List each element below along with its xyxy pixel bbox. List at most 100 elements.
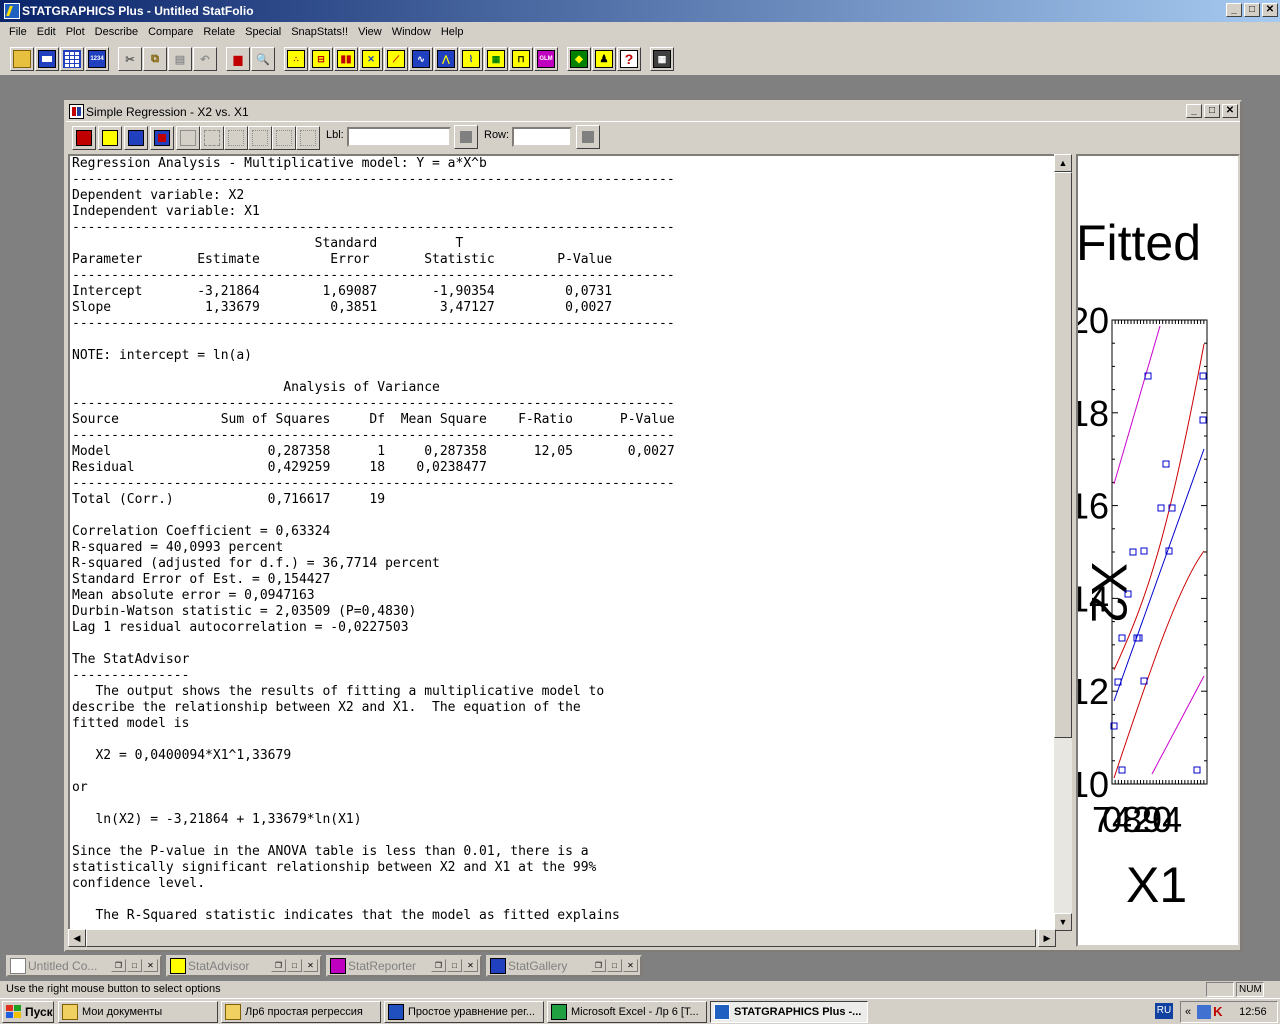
row-search-binoculars-icon[interactable] xyxy=(576,125,600,149)
maximize-button[interactable]: □ xyxy=(447,959,462,972)
menu-special[interactable]: Special xyxy=(240,26,286,38)
minimized-statadvisor-window[interactable]: StatAdvisor ❐ □ ✕ xyxy=(166,955,322,977)
child-close-button[interactable]: ✕ xyxy=(1222,104,1238,118)
paste-icon[interactable]: ▤ xyxy=(168,47,192,71)
system-tray: « K 12:56 xyxy=(1180,1001,1278,1023)
scroll-right-arrow-icon[interactable]: ▶ xyxy=(1038,929,1056,947)
xy-plot-icon[interactable]: ✕ xyxy=(359,47,383,71)
clock[interactable]: 12:56 xyxy=(1239,1006,1267,1018)
taskbar-statgraphics[interactable]: STATGRAPHICS Plus -... xyxy=(710,1001,868,1023)
close-button[interactable]: ✕ xyxy=(303,959,318,972)
menu-view[interactable]: View xyxy=(353,26,387,38)
maximize-button[interactable]: □ xyxy=(1244,3,1260,17)
print-icon[interactable]: ▆ xyxy=(226,47,250,71)
menu-compare[interactable]: Compare xyxy=(143,26,198,38)
menu-file[interactable]: File xyxy=(4,26,32,38)
save-disk-icon[interactable] xyxy=(35,47,59,71)
pane-options-icon[interactable] xyxy=(200,126,224,150)
statgraphics-app-icon[interactable] xyxy=(4,3,20,19)
statlink-icon[interactable]: GLM xyxy=(534,47,558,71)
child-maximize-button[interactable]: □ xyxy=(1204,104,1220,118)
open-folder-icon[interactable] xyxy=(10,47,34,71)
control-chart-icon[interactable]: ⌇ xyxy=(459,47,483,71)
label-input[interactable] xyxy=(347,127,451,147)
menu-edit[interactable]: Edit xyxy=(32,26,61,38)
analysis-options-icon[interactable] xyxy=(176,126,200,150)
minimized-statgallery-window[interactable]: StatGallery ❐ □ ✕ xyxy=(486,955,642,977)
plot-title: Fitted xyxy=(1078,215,1201,271)
tray-expand-chevron-icon[interactable]: « xyxy=(1185,1006,1191,1018)
start-button[interactable]: Пуск xyxy=(2,1001,54,1023)
minimized-statfolio-window[interactable]: Untitled Co... ❐ □ ✕ xyxy=(6,955,162,977)
menu-describe[interactable]: Describe xyxy=(90,26,143,38)
copy-icon[interactable]: ⧉ xyxy=(143,47,167,71)
close-button[interactable]: ✕ xyxy=(143,959,158,972)
input-dialog-icon[interactable] xyxy=(72,126,96,150)
child-minimize-button[interactable]: _ xyxy=(1186,104,1202,118)
datasheet-1234-icon[interactable]: 1234 xyxy=(85,47,109,71)
cut-scissors-icon[interactable]: ✂ xyxy=(118,47,142,71)
scroll-down-arrow-icon[interactable]: ▼ xyxy=(1054,913,1072,931)
tabular-options-icon[interactable] xyxy=(98,126,122,150)
statwizard-icon[interactable]: ◆ xyxy=(567,47,591,71)
row-input[interactable] xyxy=(512,127,572,147)
scroll-left-arrow-icon[interactable]: ◀ xyxy=(68,929,86,947)
app-title-bar[interactable]: STATGRAPHICS Plus - Untitled StatFolio _… xyxy=(0,0,1280,22)
taskbar-word-document[interactable]: Простое уравнение рег... xyxy=(384,1001,544,1023)
bar-chart-icon[interactable]: ▮▮ xyxy=(334,47,358,71)
graphical-options-icon[interactable] xyxy=(124,126,148,150)
language-indicator[interactable]: RU xyxy=(1155,1003,1173,1019)
statadvisor-icon[interactable]: ♟ xyxy=(592,47,616,71)
menu-plot[interactable]: Plot xyxy=(61,26,90,38)
menu-help[interactable]: Help xyxy=(436,26,469,38)
horizontal-scrollbar[interactable]: ◀ ▶ xyxy=(68,929,1056,947)
spreadsheet-icon[interactable] xyxy=(60,47,84,71)
multi-plot-icon[interactable]: ⊓ xyxy=(509,47,533,71)
box-plot-icon[interactable]: ⊟ xyxy=(309,47,333,71)
child-title-bar[interactable]: Simple Regression - X2 vs. X1 _ □ ✕ xyxy=(66,102,1240,122)
distribution-icon[interactable]: ⋀ xyxy=(434,47,458,71)
taskbar-excel[interactable]: Microsoft Excel - Лр 6 [Т... xyxy=(547,1001,707,1023)
network-icon[interactable] xyxy=(1197,1005,1212,1019)
restore-button[interactable]: ❐ xyxy=(431,959,446,972)
print-preview-icon[interactable]: 🔍 xyxy=(251,47,275,71)
identify-icon[interactable] xyxy=(272,126,296,150)
close-button[interactable]: ✕ xyxy=(623,959,638,972)
restore-button[interactable]: ❐ xyxy=(271,959,286,972)
maximize-button[interactable]: □ xyxy=(607,959,622,972)
minimized-statreporter-window[interactable]: StatReporter ❐ □ ✕ xyxy=(326,955,482,977)
vertical-scroll-thumb[interactable] xyxy=(1054,172,1072,738)
minimize-button[interactable]: _ xyxy=(1226,3,1242,17)
restore-button[interactable]: ❐ xyxy=(591,959,606,972)
scroll-up-arrow-icon[interactable]: ▲ xyxy=(1054,154,1072,172)
exclude-icon[interactable] xyxy=(224,126,248,150)
help-question-icon[interactable]: ? xyxy=(617,47,641,71)
menu-window[interactable]: Window xyxy=(387,26,436,38)
restore-button[interactable]: ❐ xyxy=(111,959,126,972)
analysis-summary-pane[interactable]: Regression Analysis - Multiplicative mod… xyxy=(68,154,1056,931)
maximize-button[interactable]: □ xyxy=(127,959,142,972)
time-series-icon[interactable]: ∿ xyxy=(409,47,433,71)
locate-icon[interactable] xyxy=(296,126,320,150)
menu-snapstats[interactable]: SnapStats!! xyxy=(286,26,353,38)
taskbar-folder-lab6[interactable]: Лр6 простая регрессия xyxy=(221,1001,381,1023)
fitted-model-plot-pane[interactable]: Fitted X2 201816141210 70482904 X1 xyxy=(1076,154,1240,947)
jitter-icon[interactable] xyxy=(248,126,272,150)
simple-regression-window[interactable]: Simple Regression - X2 vs. X1 _ □ ✕ Lbl:… xyxy=(64,100,1242,952)
vertical-scrollbar[interactable]: ▲ ▼ xyxy=(1054,154,1072,931)
maximize-button[interactable]: □ xyxy=(287,959,302,972)
horizontal-scroll-thumb[interactable] xyxy=(86,929,1036,947)
regression-icon[interactable]: ⟋ xyxy=(384,47,408,71)
taskbar-my-documents[interactable]: Мои документы xyxy=(58,1001,218,1023)
close-button[interactable]: ✕ xyxy=(1262,3,1278,17)
undo-icon[interactable]: ↶ xyxy=(193,47,217,71)
report-line: --------------- xyxy=(72,668,190,683)
close-button[interactable]: ✕ xyxy=(463,959,478,972)
menu-relate[interactable]: Relate xyxy=(198,26,240,38)
antivirus-k-icon[interactable]: K xyxy=(1213,1005,1227,1019)
label-search-binoculars-icon[interactable] xyxy=(454,125,478,149)
save-results-icon[interactable] xyxy=(150,126,174,150)
calculator-icon[interactable]: ▦ xyxy=(650,47,674,71)
3d-surface-icon[interactable]: ▦ xyxy=(484,47,508,71)
scatterplot-icon[interactable]: ∴ xyxy=(284,47,308,71)
